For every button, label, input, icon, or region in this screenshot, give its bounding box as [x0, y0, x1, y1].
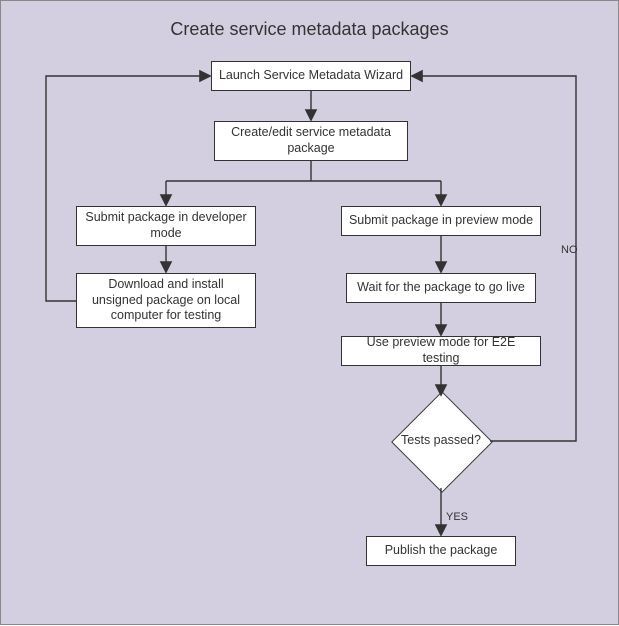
- diagram-title: Create service metadata packages: [1, 19, 618, 40]
- node-use-preview: Use preview mode for E2E testing: [341, 336, 541, 366]
- node-publish: Publish the package: [366, 536, 516, 566]
- node-launch: Launch Service Metadata Wizard: [211, 61, 411, 91]
- node-submit-preview: Submit package in preview mode: [341, 206, 541, 236]
- node-wait-live: Wait for the package to go live: [346, 273, 536, 303]
- flowchart-container: Create service metadata packages Launch …: [0, 0, 619, 625]
- edge-label-no: NO: [561, 244, 578, 256]
- node-create: Create/edit service metadata package: [214, 121, 408, 161]
- node-download: Download and install unsigned package on…: [76, 273, 256, 328]
- node-decision-label: Tests passed?: [396, 433, 486, 447]
- edge-label-yes: YES: [446, 511, 468, 523]
- node-submit-dev: Submit package in developer mode: [76, 206, 256, 246]
